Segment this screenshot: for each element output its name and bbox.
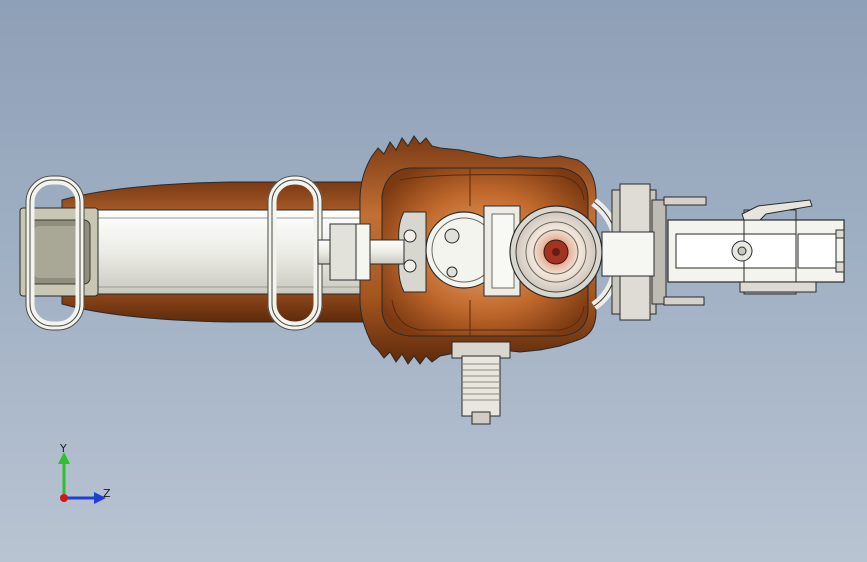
z-axis-label: Z [103,487,111,500]
bottom-threaded-post [461,355,501,417]
axis-triad [58,452,106,504]
gripper-lever [741,199,813,221]
cad-viewport[interactable]: Y Z [0,0,867,562]
x-axis-dot [60,494,68,502]
threaded-rod-top [663,196,707,206]
threaded-rod-bottom [663,296,705,306]
robot-arm-model[interactable] [0,0,867,562]
y-axis-label: Y [60,442,67,455]
